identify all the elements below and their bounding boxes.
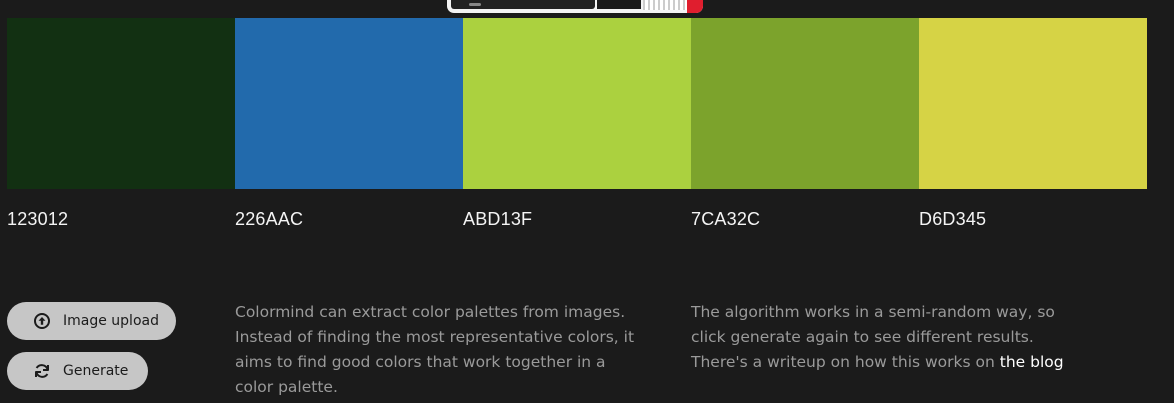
hex-code-3[interactable]: ABD13F xyxy=(463,207,691,231)
upload-circle-icon xyxy=(33,312,51,330)
colormind-page: 123012 226AAC ABD13F 7CA32C D6D345 Image… xyxy=(0,0,1174,403)
thumbnail-preview[interactable] xyxy=(447,0,703,13)
refresh-icon xyxy=(33,362,51,380)
generate-label: Generate xyxy=(63,363,129,379)
swatch-4[interactable] xyxy=(691,18,919,189)
image-upload-button[interactable]: Image upload xyxy=(7,302,176,340)
hex-code-2[interactable]: 226AAC xyxy=(235,207,463,231)
thumbnail-grid-area xyxy=(643,0,687,10)
swatch-3[interactable] xyxy=(463,18,691,189)
hex-code-1[interactable]: 123012 xyxy=(7,207,235,231)
thumbnail-mid-area xyxy=(597,0,641,9)
thumbnail-bar xyxy=(469,3,481,6)
thumbnail-red-area xyxy=(687,0,703,13)
blog-link[interactable]: the blog xyxy=(1000,353,1064,371)
generate-button[interactable]: Generate xyxy=(7,352,148,390)
palette-swatches xyxy=(7,18,1147,189)
swatch-2[interactable] xyxy=(235,18,463,189)
description-algorithm: The algorithm works in a semi-random way… xyxy=(691,300,1091,375)
hex-code-5[interactable]: D6D345 xyxy=(919,207,1147,231)
description-extract: Colormind can extract color palettes fro… xyxy=(235,303,635,396)
image-upload-label: Image upload xyxy=(63,313,159,329)
swatch-5[interactable] xyxy=(919,18,1147,189)
swatch-1[interactable] xyxy=(7,18,235,189)
hex-code-4[interactable]: 7CA32C xyxy=(691,207,919,231)
hex-codes-row: 123012 226AAC ABD13F 7CA32C D6D345 xyxy=(7,207,1147,231)
